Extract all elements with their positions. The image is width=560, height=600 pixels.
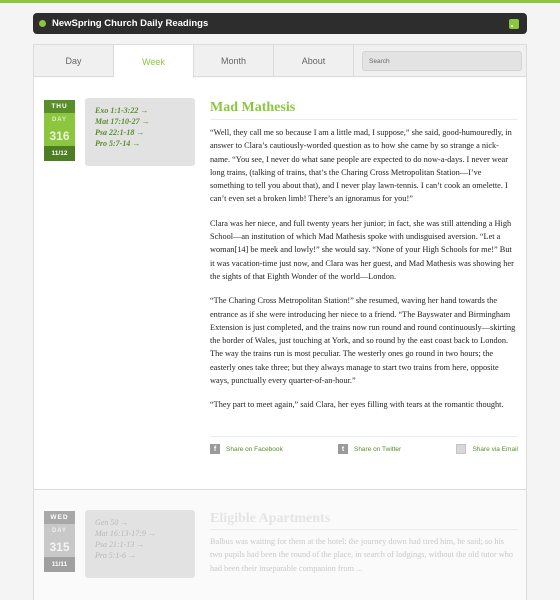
status-dot [39, 20, 46, 27]
entry-excerpt: Balbus was waiting for them at the hotel… [210, 537, 514, 573]
share-bar: f Share on Facebook t Share on Twitter S… [210, 444, 518, 454]
badge-date: 11/12 [44, 146, 75, 161]
title-divider [210, 119, 518, 120]
badge-day-number: 315 [44, 537, 75, 557]
body-paragraph: “The Charing Cross Metropolitan Station!… [210, 296, 516, 386]
share-email-button[interactable]: Share via Email [456, 444, 518, 454]
share-email-label: Share via Email [472, 445, 518, 453]
badge-day-label: DAY [44, 113, 75, 126]
title-divider [210, 529, 518, 530]
badge-day-label: DAY [44, 524, 75, 537]
reference-link[interactable]: Exo 1:1-3:22 → [95, 105, 195, 116]
app-header: NewSpring Church Daily Readings [33, 13, 527, 34]
body-paragraph: “They part to meet again,” said Clara, h… [210, 400, 504, 410]
entry-title[interactable]: Mad Mathesis [210, 100, 295, 116]
body-paragraph: “Well, they call me so because I am a li… [210, 128, 512, 204]
share-facebook-button[interactable]: f Share on Facebook [210, 444, 283, 454]
share-twitter-button[interactable]: t Share on Twitter [337, 444, 402, 454]
readings-panel: Day Week Month About THU DAY 316 11/12 E… [33, 44, 527, 600]
date-badge: THU DAY 316 11/12 [44, 100, 75, 161]
reference-link[interactable]: Gen 50 → [95, 517, 195, 528]
reading-entry: THU DAY 316 11/12 Exo 1:1-3:22 → Mat 17:… [34, 78, 526, 490]
entry-title[interactable]: Eligible Apartments [210, 511, 330, 527]
tab-month[interactable]: Month [194, 45, 274, 77]
reference-link[interactable]: Pro 5:7-14 → [95, 138, 195, 149]
badge-weekday: THU [44, 100, 75, 113]
scripture-references: Exo 1:1-3:22 → Mat 17:10-27 → Psa 22:1-1… [85, 98, 195, 166]
reference-link[interactable]: Psa 22:1-18 → [95, 127, 195, 138]
reference-link[interactable]: Pro 5:1-6 → [95, 550, 195, 561]
badge-weekday: WED [44, 511, 75, 524]
tab-about[interactable]: About [274, 45, 354, 77]
top-accent-line [0, 0, 560, 3]
entry-body: “Well, they call me so because I am a li… [210, 126, 518, 423]
twitter-icon: t [337, 444, 348, 454]
badge-day-number: 316 [44, 126, 75, 146]
rss-icon[interactable] [509, 18, 519, 29]
date-badge: WED DAY 315 11/11 [44, 511, 75, 572]
facebook-icon: f [210, 444, 220, 454]
share-facebook-label: Share on Facebook [226, 445, 283, 453]
share-twitter-label: Share on Twitter [353, 445, 402, 453]
search-input[interactable] [362, 51, 522, 71]
scripture-references: Gen 50 → Mat 16:13-17:9 → Psa 21:1-13 → … [85, 510, 195, 578]
reference-link[interactable]: Mat 16:13-17:9 → [95, 528, 195, 539]
view-tabs: Day Week Month About [34, 45, 526, 78]
tab-day[interactable]: Day [34, 45, 114, 77]
email-icon [456, 444, 467, 454]
reading-entry: WED DAY 315 11/11 Gen 50 → Mat 16:13-17:… [34, 491, 526, 600]
share-divider [210, 436, 518, 437]
reference-link[interactable]: Psa 21:1-13 → [95, 539, 195, 550]
badge-date: 11/11 [44, 557, 75, 572]
reference-link[interactable]: Mat 17:10-27 → [95, 116, 195, 127]
body-paragraph: Clara was her niece, and full twenty yea… [210, 218, 514, 281]
tab-week[interactable]: Week [114, 45, 194, 78]
app-title: NewSpring Church Daily Readings [52, 18, 209, 29]
